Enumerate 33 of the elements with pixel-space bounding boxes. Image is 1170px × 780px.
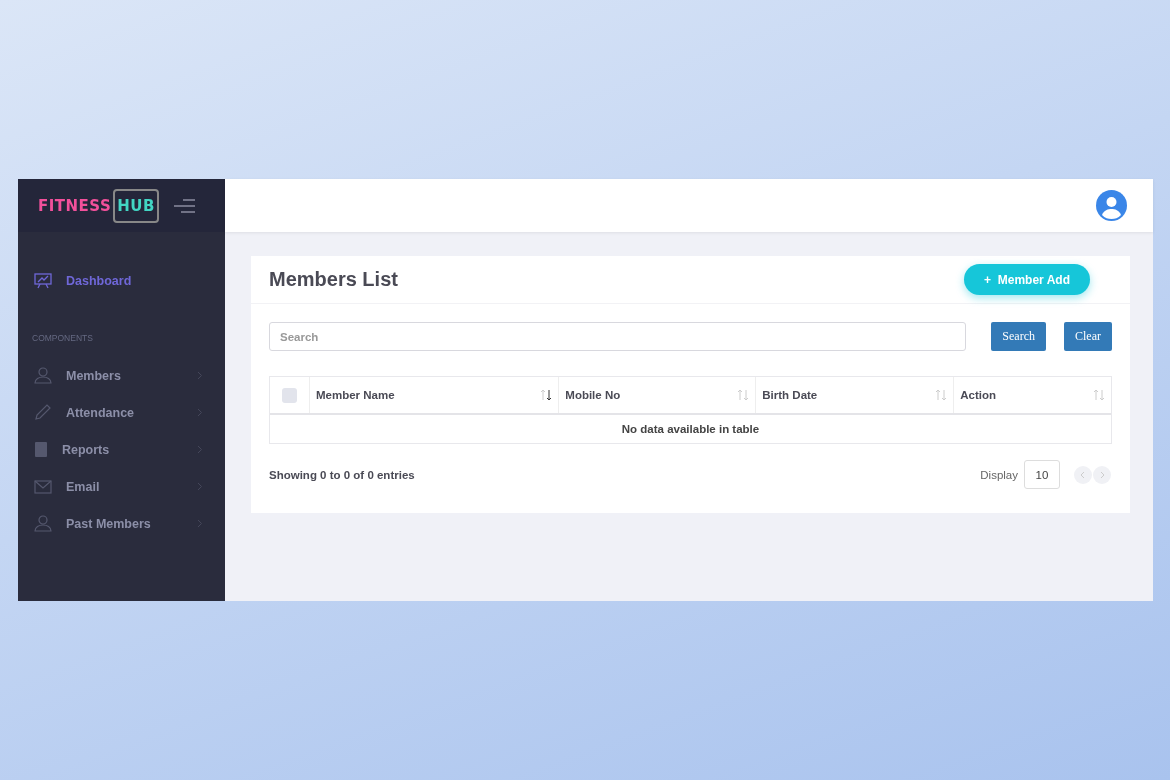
presentation-chart-icon (34, 272, 52, 289)
search-button[interactable]: Search (991, 322, 1046, 351)
column-label: Member Name (316, 389, 395, 401)
sidebar-item[interactable]: Attendance (18, 394, 225, 431)
page-title: Members List (269, 268, 398, 291)
envelope-icon (34, 479, 52, 494)
page-size-select[interactable]: 10 (1024, 460, 1060, 489)
section-heading: COMPONENTS (31, 333, 94, 343)
sidebar-item[interactable]: Reports (18, 431, 225, 468)
sidebar-item[interactable]: Past Members (18, 505, 225, 542)
sidebar-item[interactable]: Members (18, 357, 225, 394)
menu-icon[interactable] (172, 198, 195, 213)
brand-logo: FITNESS HUB (38, 188, 159, 223)
empty-message: No data available in table (620, 422, 761, 437)
display-label: Display (980, 468, 1018, 481)
sidebar-item[interactable]: Email (18, 468, 225, 505)
search-field[interactable]: Search (269, 322, 967, 351)
column-label: Mobile No (565, 389, 621, 401)
user-avatar-icon[interactable] (1096, 190, 1127, 221)
column-header[interactable]: Member Name (310, 377, 560, 413)
clear-button[interactable]: Clear (1064, 322, 1112, 351)
pencil-icon (34, 404, 52, 421)
entries-info: Showing 0 to 0 of 0 entries (269, 468, 415, 481)
column-header[interactable]: Mobile No (559, 377, 757, 413)
column-header[interactable]: Birth Date (756, 377, 955, 413)
sidebar-item[interactable]: Dashboard (18, 262, 225, 299)
select-all-checkbox[interactable] (282, 387, 297, 403)
document-icon (34, 441, 48, 458)
column-label: Birth Date (762, 389, 818, 401)
user-icon (34, 515, 52, 532)
column-label: Action (960, 389, 996, 401)
users-icon (34, 367, 52, 384)
column-header[interactable]: Action (954, 377, 1111, 413)
